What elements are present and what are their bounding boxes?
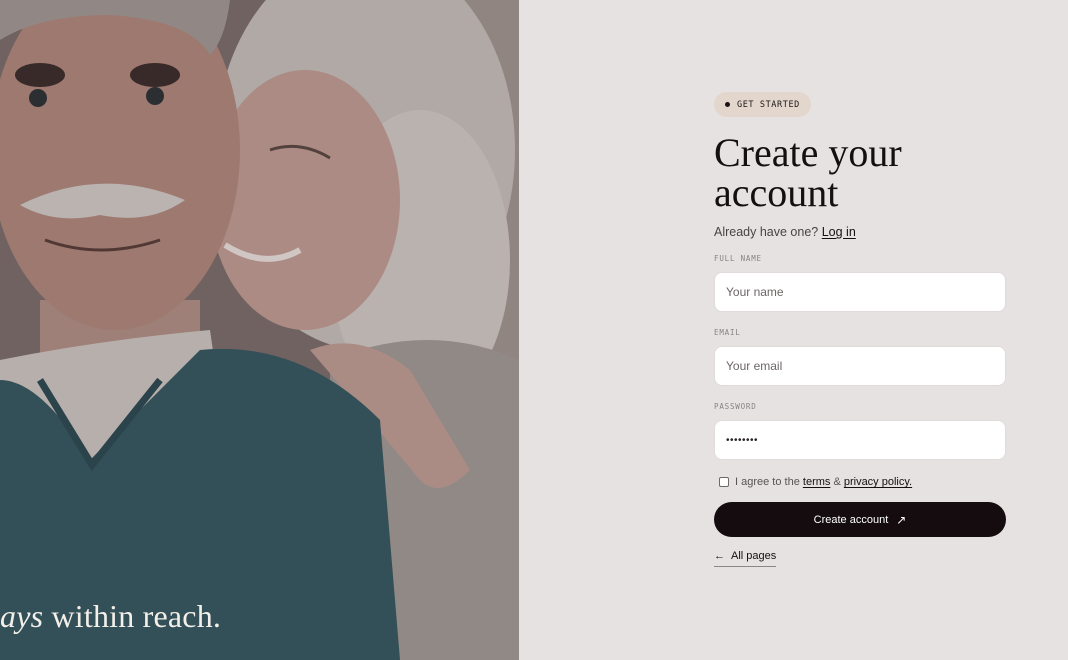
hero-tagline-rest: within reach. — [43, 598, 222, 634]
email-label: EMAIL — [714, 328, 741, 337]
hero-tagline-lead: ays — [0, 598, 44, 634]
password-label: PASSWORD — [714, 402, 757, 411]
login-link[interactable]: Log in — [822, 225, 856, 239]
badge-label: GET STARTED — [737, 99, 800, 110]
agree-connector: & — [830, 476, 844, 488]
login-prompt-text: Already have one? — [714, 225, 822, 239]
password-value: •••••••• — [726, 434, 759, 446]
password-input[interactable]: •••••••• — [714, 420, 1006, 460]
login-prompt: Already have one? Log in — [714, 225, 1006, 239]
page-title: Create your account — [714, 130, 902, 215]
full-name-input[interactable]: Your name — [714, 272, 1006, 312]
arrow-up-right-icon: ↗ — [896, 512, 907, 527]
email-placeholder: Your email — [726, 359, 783, 373]
create-account-button[interactable]: Create account ↗ — [714, 502, 1006, 537]
hero-tagline: ays within reach. — [0, 598, 221, 635]
signup-form: GET STARTED Create your account Already … — [714, 92, 1006, 567]
agree-checkbox[interactable] — [719, 477, 729, 487]
agree-terms-row: I agree to the terms & privacy policy. — [714, 476, 1006, 488]
create-account-label: Create account — [813, 513, 889, 526]
form-panel: GET STARTED Create your account Already … — [519, 0, 1068, 660]
full-name-placeholder: Your name — [726, 285, 784, 299]
agree-prefix: I agree to the — [735, 476, 803, 488]
all-pages-link[interactable]: ← All pages — [714, 550, 777, 567]
hero-photo-elderly-couple — [0, 0, 519, 660]
hero-image-panel: ays within reach. — [0, 0, 519, 660]
all-pages-label: All pages — [731, 550, 777, 562]
full-name-label: FULL NAME — [714, 254, 762, 263]
get-started-badge: GET STARTED — [714, 92, 811, 117]
arrow-left-icon: ← — [714, 550, 725, 562]
signup-page: ays within reach. GET STARTED Create you… — [0, 0, 1068, 660]
email-input[interactable]: Your email — [714, 346, 1006, 386]
dot-icon — [725, 102, 730, 107]
privacy-policy-link[interactable]: privacy policy. — [844, 476, 912, 488]
agree-text: I agree to the terms & privacy policy. — [735, 476, 912, 488]
terms-link[interactable]: terms — [803, 476, 831, 488]
